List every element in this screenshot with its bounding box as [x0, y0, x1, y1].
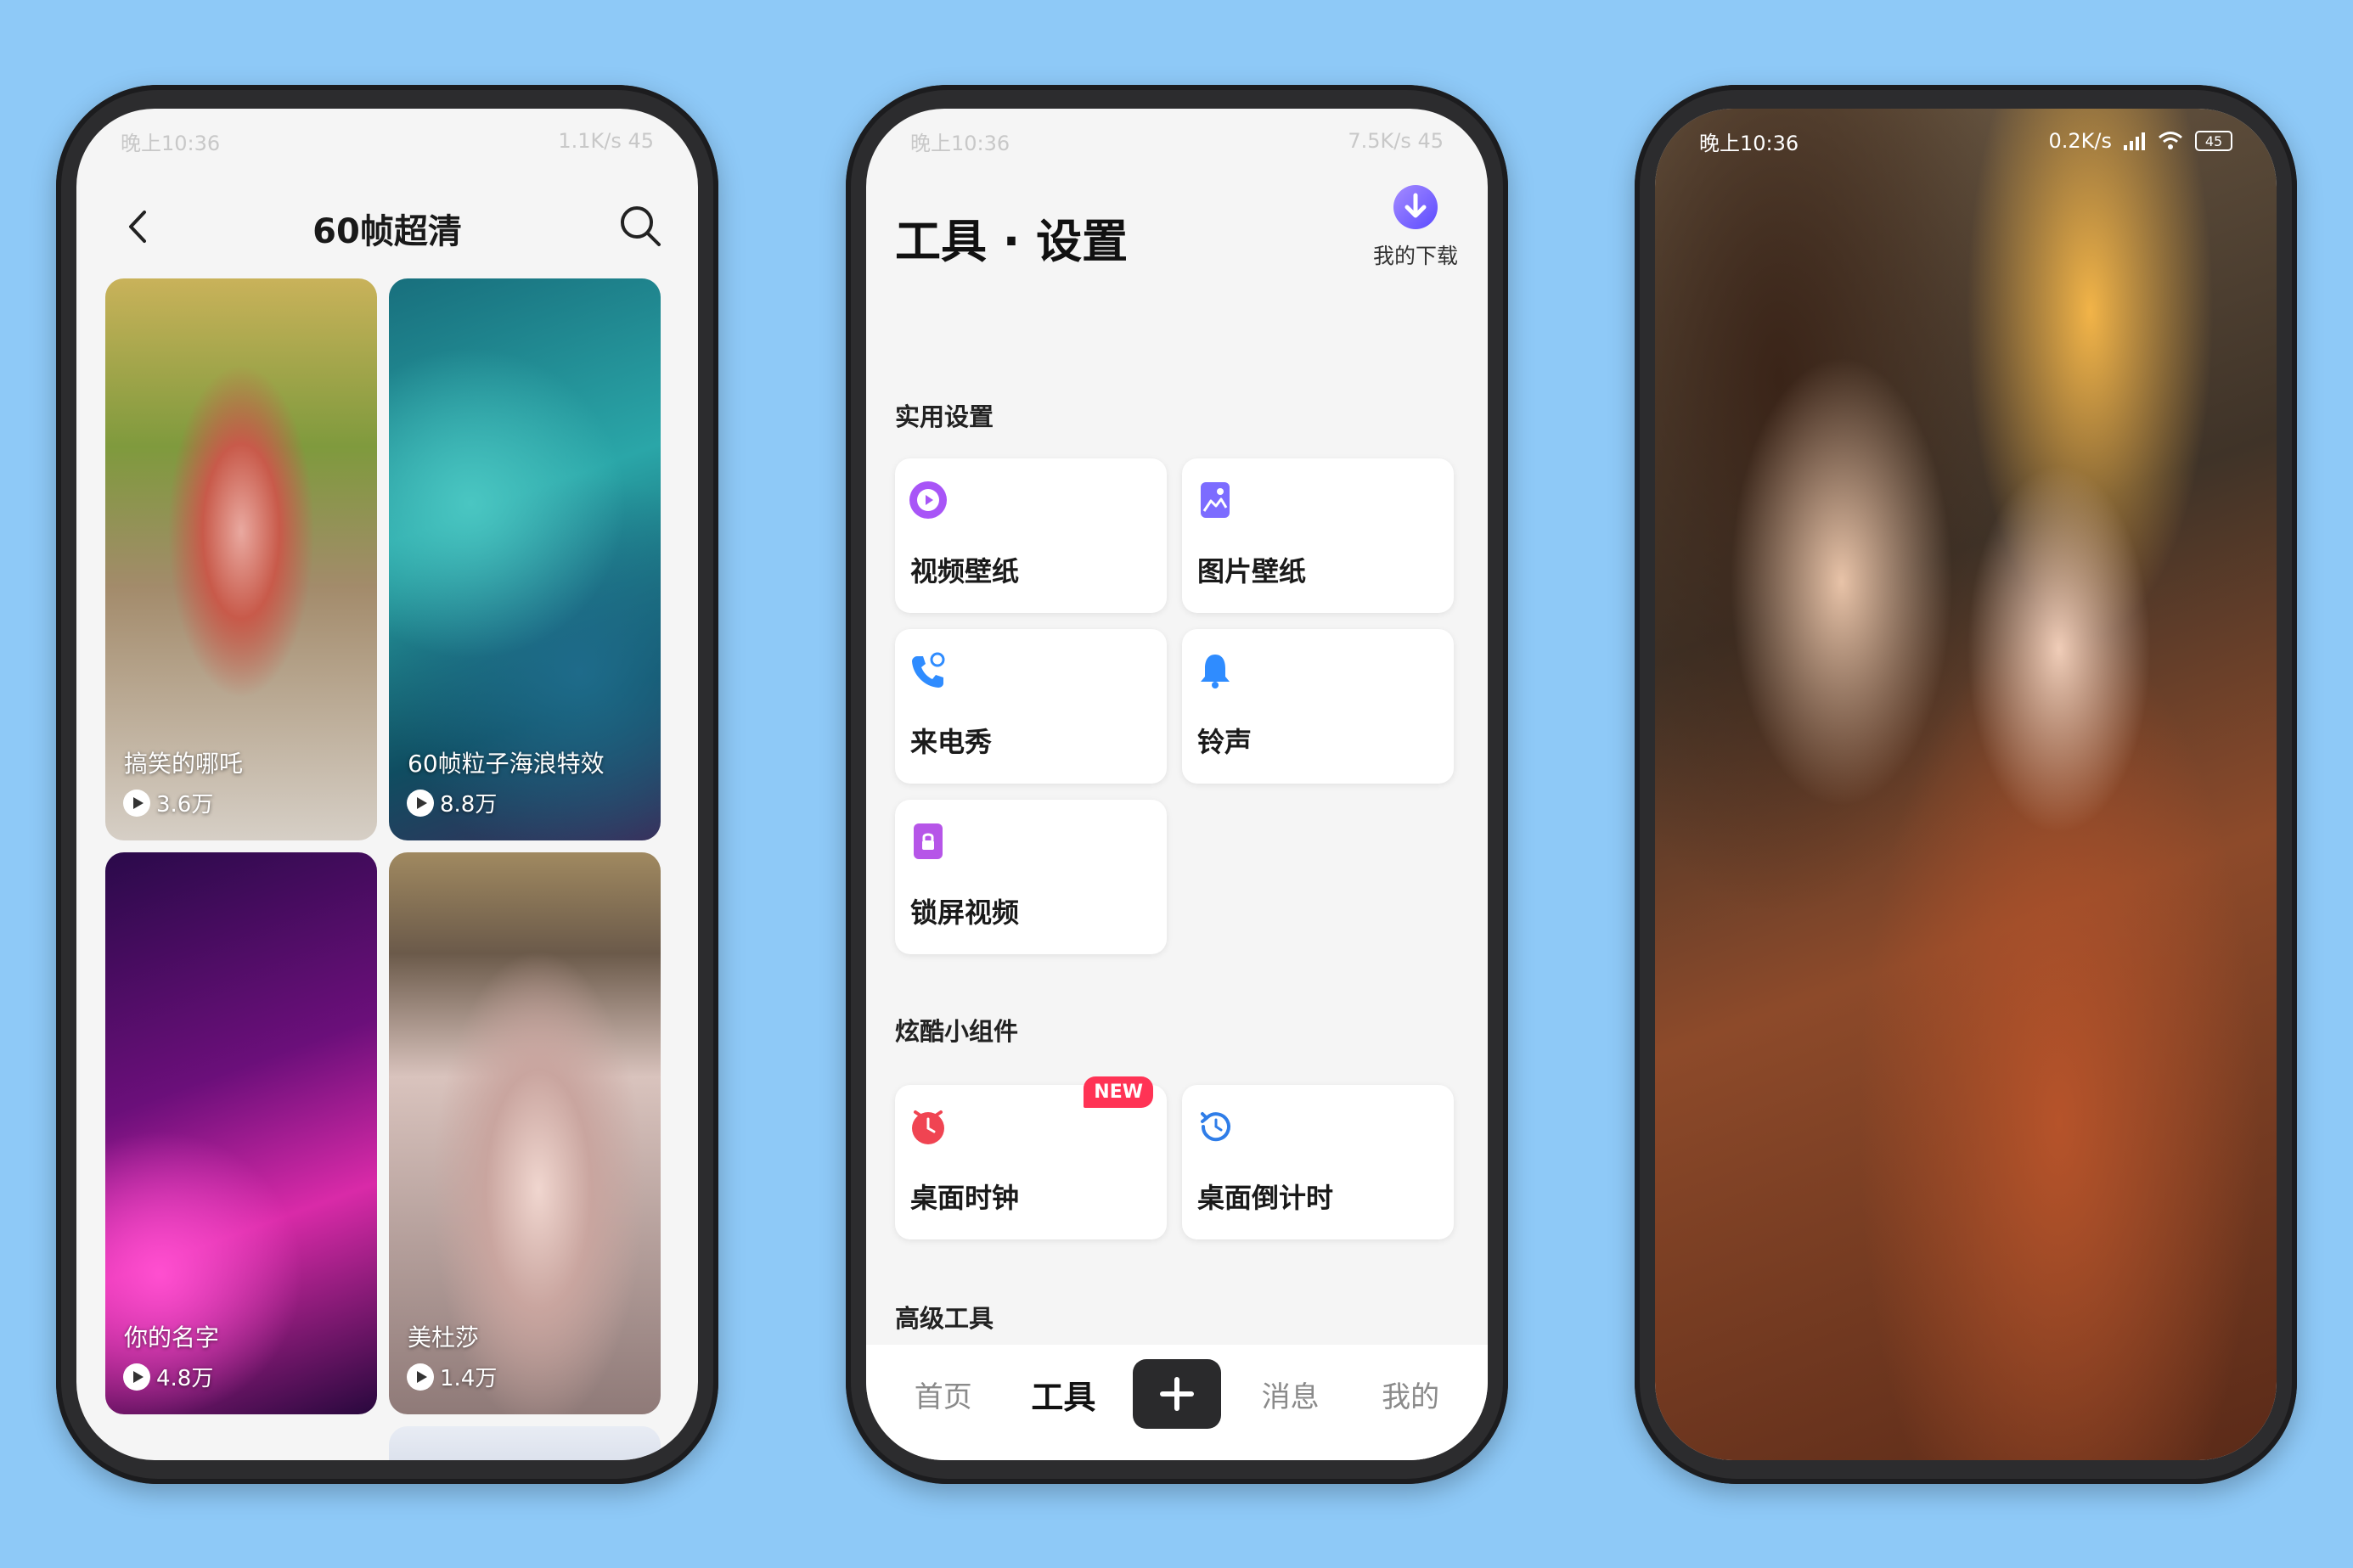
play-count: 1.4万 [406, 1361, 497, 1392]
section-advanced-tools: 高级工具 [895, 1304, 994, 1333]
my-downloads-label: 我的下载 [1372, 244, 1458, 268]
status-time: 晚上10:36 [121, 131, 221, 155]
countdown-icon [1201, 1112, 1230, 1142]
back-arrow-icon[interactable] [117, 205, 160, 248]
search-icon[interactable] [616, 202, 664, 250]
play-count-value: 4.8万 [156, 1366, 214, 1391]
video-title: 美杜莎 [408, 1324, 480, 1352]
tile-label: 铃声 [1197, 726, 1252, 758]
image-wallpaper-tile[interactable]: 图片壁纸 [1182, 458, 1454, 613]
status-right: 0.2K/s 45 [2048, 129, 2232, 153]
plus-icon [1159, 1377, 1194, 1411]
caller-show-tile[interactable]: 来电秀 [895, 629, 1167, 784]
video-title: 你的名字 [124, 1324, 220, 1352]
tab-mine[interactable]: 我的 [1359, 1374, 1461, 1415]
video-title: 搞笑的哪吒 [124, 750, 244, 778]
my-downloads-button[interactable]: 我的下载 [1369, 183, 1462, 270]
tile-label: 图片壁纸 [1197, 555, 1307, 587]
video-card-partial[interactable] [389, 1426, 661, 1460]
play-count-value: 8.8万 [440, 792, 498, 818]
tile-label: 桌面时钟 [910, 1182, 1020, 1214]
video-grid: 搞笑的哪吒 3.6万 60帧粒子海浪特效 8.8万 你的名字 4.8万 美杜莎 … [105, 278, 669, 1460]
video-list-screen: 晚上10:36 1.1K/s 45 60帧超清 搞笑的哪吒 3.6万 60帧粒子… [76, 109, 698, 1460]
page-title: 工具 · 设置 [895, 215, 1129, 268]
signal-icon [2124, 132, 2145, 150]
phone-frame-left: 晚上10:36 1.1K/s 45 60帧超清 搞笑的哪吒 3.6万 60帧粒子… [56, 85, 718, 1484]
tile-label: 来电秀 [910, 726, 993, 758]
video-play-icon [909, 481, 947, 519]
battery-icon: 45 [2195, 131, 2232, 151]
status-time: 晚上10:36 [1699, 131, 1799, 155]
play-count: 4.8万 [122, 1361, 213, 1392]
new-badge: NEW [1084, 1076, 1153, 1108]
download-icon [1393, 185, 1438, 229]
clock-icon [912, 1110, 944, 1144]
phone-frame-right: 晚上10:36 0.2K/s 45 [1635, 85, 2297, 1484]
play-icon [123, 1363, 150, 1391]
tools-settings-screen: 晚上10:36 7.5K/s 45 工具 · 设置 我的下载 实用设置 视频壁纸… [866, 109, 1488, 1460]
status-right: 7.5K/s 45 [1348, 129, 1444, 153]
status-time: 晚上10:36 [910, 131, 1010, 155]
phone-call-icon [912, 652, 945, 688]
play-count: 3.6万 [122, 787, 213, 818]
desktop-clock-tile[interactable]: 桌面时钟 NEW [895, 1076, 1167, 1239]
video-card[interactable]: 美杜莎 1.4万 [389, 852, 661, 1414]
lock-icon [914, 823, 943, 859]
section-practical-settings: 实用设置 [895, 402, 994, 431]
status-bar: 晚上10:36 0.2K/s 45 [1655, 109, 2277, 173]
play-icon [123, 789, 150, 817]
tab-messages[interactable]: 消息 [1240, 1374, 1342, 1415]
bell-icon [1201, 655, 1230, 688]
video-card[interactable]: 你的名字 4.8万 [105, 852, 377, 1414]
status-bar: 晚上10:36 1.1K/s 45 [76, 109, 698, 173]
tile-label: 桌面倒计时 [1197, 1182, 1334, 1214]
status-right: 1.1K/s 45 [558, 129, 654, 153]
video-card[interactable]: 搞笑的哪吒 3.6万 [105, 278, 377, 840]
add-button[interactable] [1132, 1359, 1221, 1429]
phone-frame-middle: 晚上10:36 7.5K/s 45 工具 · 设置 我的下载 实用设置 视频壁纸… [846, 85, 1508, 1484]
ringtone-tile[interactable]: 铃声 [1182, 629, 1454, 784]
tile-label: 视频壁纸 [910, 555, 1020, 587]
play-icon [407, 789, 434, 817]
wallpaper-preview-screen: 晚上10:36 0.2K/s 45 [1655, 109, 2277, 1460]
page-title: 60帧超清 [312, 212, 462, 251]
tile-label: 锁屏视频 [910, 896, 1020, 929]
image-icon [1201, 482, 1230, 518]
tab-home[interactable]: 首页 [892, 1374, 994, 1415]
video-wallpaper-tile[interactable]: 视频壁纸 [895, 458, 1167, 613]
wallpaper-image [1655, 109, 2277, 1460]
bottom-tab-bar: 首页 工具 消息 我的 [866, 1345, 1488, 1460]
page-header: 60帧超清 [76, 182, 698, 275]
desktop-countdown-tile[interactable]: 桌面倒计时 [1182, 1085, 1454, 1239]
play-count: 8.8万 [406, 787, 497, 818]
video-card[interactable]: 60帧粒子海浪特效 8.8万 [389, 278, 661, 840]
play-icon [407, 1363, 434, 1391]
video-title: 60帧粒子海浪特效 [408, 750, 605, 778]
play-count-value: 3.6万 [156, 792, 214, 818]
wifi-icon [2159, 132, 2182, 149]
lock-screen-video-tile[interactable]: 锁屏视频 [895, 800, 1167, 954]
tab-tools[interactable]: 工具 [1012, 1371, 1114, 1418]
section-cool-widgets: 炫酷小组件 [895, 1017, 1019, 1046]
play-count-value: 1.4万 [440, 1366, 498, 1391]
status-bar: 晚上10:36 7.5K/s 45 [866, 109, 1488, 173]
network-speed: 0.2K/s [2048, 129, 2113, 153]
